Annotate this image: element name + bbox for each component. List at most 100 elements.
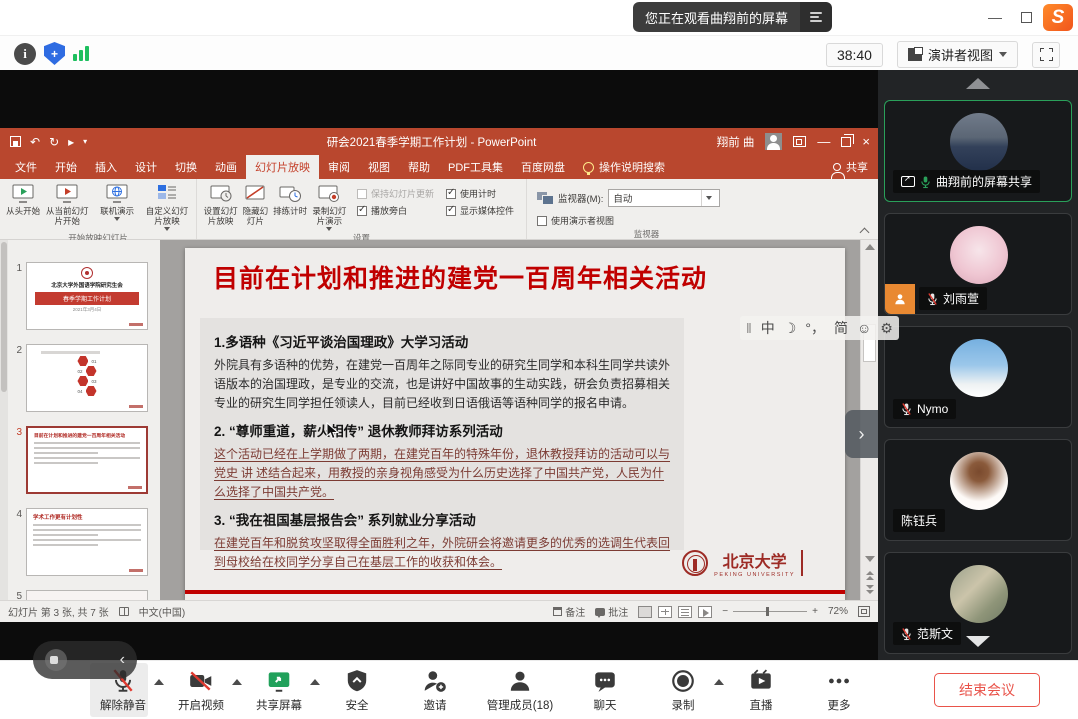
- ppt-user-avatar[interactable]: [765, 133, 782, 150]
- video-options-caret[interactable]: [232, 679, 242, 685]
- more-button[interactable]: 更多: [800, 663, 878, 717]
- maximize-button[interactable]: [1014, 6, 1038, 28]
- hide-slide-button[interactable]: 隐藏幻灯片: [240, 181, 270, 226]
- zoom-out-button[interactable]: −: [722, 606, 728, 617]
- pill-collapse-icon[interactable]: ‹: [120, 651, 125, 669]
- minimize-button[interactable]: —: [983, 6, 1007, 28]
- thumbnail-scrollbar[interactable]: [0, 240, 8, 600]
- comments-button[interactable]: 批注: [595, 604, 628, 619]
- present-online-button[interactable]: 联机演示: [92, 181, 142, 221]
- slide-sorter-view-button[interactable]: [658, 606, 672, 618]
- next-slide-button[interactable]: [865, 584, 875, 594]
- scroll-down-icon[interactable]: [865, 556, 875, 562]
- collapse-ribbon-icon[interactable]: [861, 226, 870, 235]
- chat-button[interactable]: 聊天: [566, 663, 644, 717]
- watching-banner[interactable]: 您正在观看曲翔前的屏幕: [633, 2, 832, 32]
- fit-to-window-icon[interactable]: [858, 606, 870, 617]
- ime-punctuation-icon[interactable]: °，: [805, 318, 825, 338]
- zoom-control[interactable]: − +: [722, 606, 818, 617]
- slide-thumbnail-4[interactable]: 学术工作更有计划性: [26, 508, 148, 576]
- redo-icon[interactable]: ↻: [49, 135, 59, 149]
- mic-options-caret[interactable]: [154, 679, 164, 685]
- reading-view-button[interactable]: [678, 606, 692, 618]
- spellcheck-icon[interactable]: [119, 607, 129, 616]
- ime-settings-gear-icon[interactable]: ⚙: [880, 320, 893, 337]
- share-options-caret[interactable]: [310, 679, 320, 685]
- live-stream-button[interactable]: 直播: [722, 663, 800, 717]
- monitor-dropdown[interactable]: 自动: [608, 189, 720, 207]
- zoom-in-button[interactable]: +: [812, 606, 818, 617]
- from-current-slide-button[interactable]: 从当前幻灯片开始: [42, 181, 92, 226]
- slide-thumbnail-3-selected[interactable]: 目前在计划和推进的建党一百周年相关活动: [26, 426, 148, 494]
- setup-slideshow-button[interactable]: 设置幻灯片放映: [201, 181, 240, 226]
- keep-slides-updated-checkbox[interactable]: 保持幻灯片更新: [357, 187, 434, 200]
- record-options-caret[interactable]: [714, 679, 724, 685]
- tab-pdf-tools[interactable]: PDF工具集: [439, 155, 512, 179]
- normal-view-button[interactable]: [638, 606, 652, 618]
- security-shield-icon[interactable]: +: [44, 42, 65, 65]
- ime-toolbar[interactable]: ‖ 中 ☽ °， 简 ☺ ⚙: [740, 316, 899, 340]
- start-video-button[interactable]: 开启视频: [162, 663, 240, 717]
- end-meeting-button[interactable]: 结束会议: [934, 673, 1040, 707]
- use-timings-checkbox[interactable]: 使用计时: [446, 187, 514, 200]
- zoom-slider-thumb[interactable]: [766, 607, 769, 616]
- scroll-participants-up-icon[interactable]: [966, 78, 990, 89]
- tell-me-search[interactable]: 操作说明搜索: [574, 155, 674, 179]
- rehearse-timings-button[interactable]: 排练计时: [270, 181, 309, 216]
- tab-transitions[interactable]: 切换: [166, 155, 206, 179]
- start-slideshow-icon[interactable]: ▸: [68, 135, 74, 149]
- notes-button[interactable]: 备注: [553, 604, 585, 619]
- floating-meeting-pill[interactable]: ‹: [33, 641, 137, 679]
- zoom-slider[interactable]: [733, 611, 807, 612]
- qat-more-icon[interactable]: ▾: [83, 137, 87, 146]
- ime-halfwidth-icon[interactable]: ☽: [784, 320, 797, 337]
- ppt-close-button[interactable]: ×: [862, 134, 870, 149]
- scroll-participants-down-icon[interactable]: [966, 636, 990, 647]
- meeting-info-icon[interactable]: i: [14, 43, 36, 65]
- custom-slideshow-button[interactable]: 自定义幻灯片放映: [142, 181, 192, 231]
- tab-view[interactable]: 视图: [359, 155, 399, 179]
- tab-slideshow[interactable]: 幻灯片放映: [246, 155, 319, 179]
- ime-mode-chinese[interactable]: 中: [761, 318, 775, 338]
- banner-menu-button[interactable]: [800, 2, 832, 32]
- tab-home[interactable]: 开始: [46, 155, 86, 179]
- tab-animations[interactable]: 动画: [206, 155, 246, 179]
- view-mode-dropdown[interactable]: 演讲者视图: [897, 41, 1018, 68]
- save-icon[interactable]: [10, 136, 21, 147]
- participant-tile[interactable]: 陈钰兵: [884, 439, 1072, 541]
- play-narrations-checkbox[interactable]: 播放旁白: [357, 204, 434, 217]
- tab-insert[interactable]: 插入: [86, 155, 126, 179]
- scroll-up-icon[interactable]: [865, 244, 875, 250]
- participant-tile[interactable]: 刘雨萱: [884, 213, 1072, 315]
- previous-slide-button[interactable]: [865, 570, 875, 580]
- from-beginning-button[interactable]: 从头开始: [4, 181, 42, 216]
- ppt-share-button[interactable]: 共享: [833, 155, 868, 179]
- tab-baidu-pan[interactable]: 百度网盘: [512, 155, 574, 179]
- undo-icon[interactable]: ↶: [30, 135, 40, 149]
- show-media-controls-checkbox[interactable]: 显示媒体控件: [446, 204, 514, 217]
- slide-thumbnail-1[interactable]: 北京大学外国语学院研究生会 春季学期工作计划 2021年3月4日: [26, 262, 148, 330]
- security-button[interactable]: 安全: [318, 663, 396, 717]
- record-button[interactable]: 录制: [644, 663, 722, 717]
- tab-help[interactable]: 帮助: [399, 155, 439, 179]
- tab-design[interactable]: 设计: [126, 155, 166, 179]
- ppt-restore-button[interactable]: [841, 137, 851, 147]
- participant-tile-sharing[interactable]: 曲翔前的屏幕共享: [884, 100, 1072, 202]
- use-presenter-view-checkbox[interactable]: 使用演示者视图: [537, 214, 614, 227]
- ime-simplified-icon[interactable]: 简: [834, 318, 848, 338]
- record-slideshow-button[interactable]: 录制幻灯片演示: [310, 181, 349, 231]
- tab-review[interactable]: 审阅: [319, 155, 359, 179]
- ppt-minimize-button[interactable]: —: [817, 134, 830, 149]
- slide-thumbnail-2[interactable]: 01 02 03 04: [26, 344, 148, 412]
- ime-drag-handle[interactable]: ‖: [746, 320, 752, 336]
- slide-thumbnail-5[interactable]: [26, 590, 148, 600]
- fullscreen-button[interactable]: [1032, 42, 1060, 68]
- language-indicator[interactable]: 中文(中国): [139, 604, 186, 619]
- manage-participants-button[interactable]: 管理成员(18): [474, 663, 566, 717]
- current-slide[interactable]: 目前在计划和推进的建党一百周年相关活动 1.多语种《习近平谈治国理政》大学习活动…: [185, 248, 845, 600]
- sogou-ime-icon[interactable]: S: [1043, 4, 1073, 31]
- participant-tile[interactable]: Nymo: [884, 326, 1072, 428]
- invite-button[interactable]: 邀请: [396, 663, 474, 717]
- ime-emoji-icon[interactable]: ☺: [857, 320, 871, 336]
- share-screen-button[interactable]: 共享屏幕: [240, 663, 318, 717]
